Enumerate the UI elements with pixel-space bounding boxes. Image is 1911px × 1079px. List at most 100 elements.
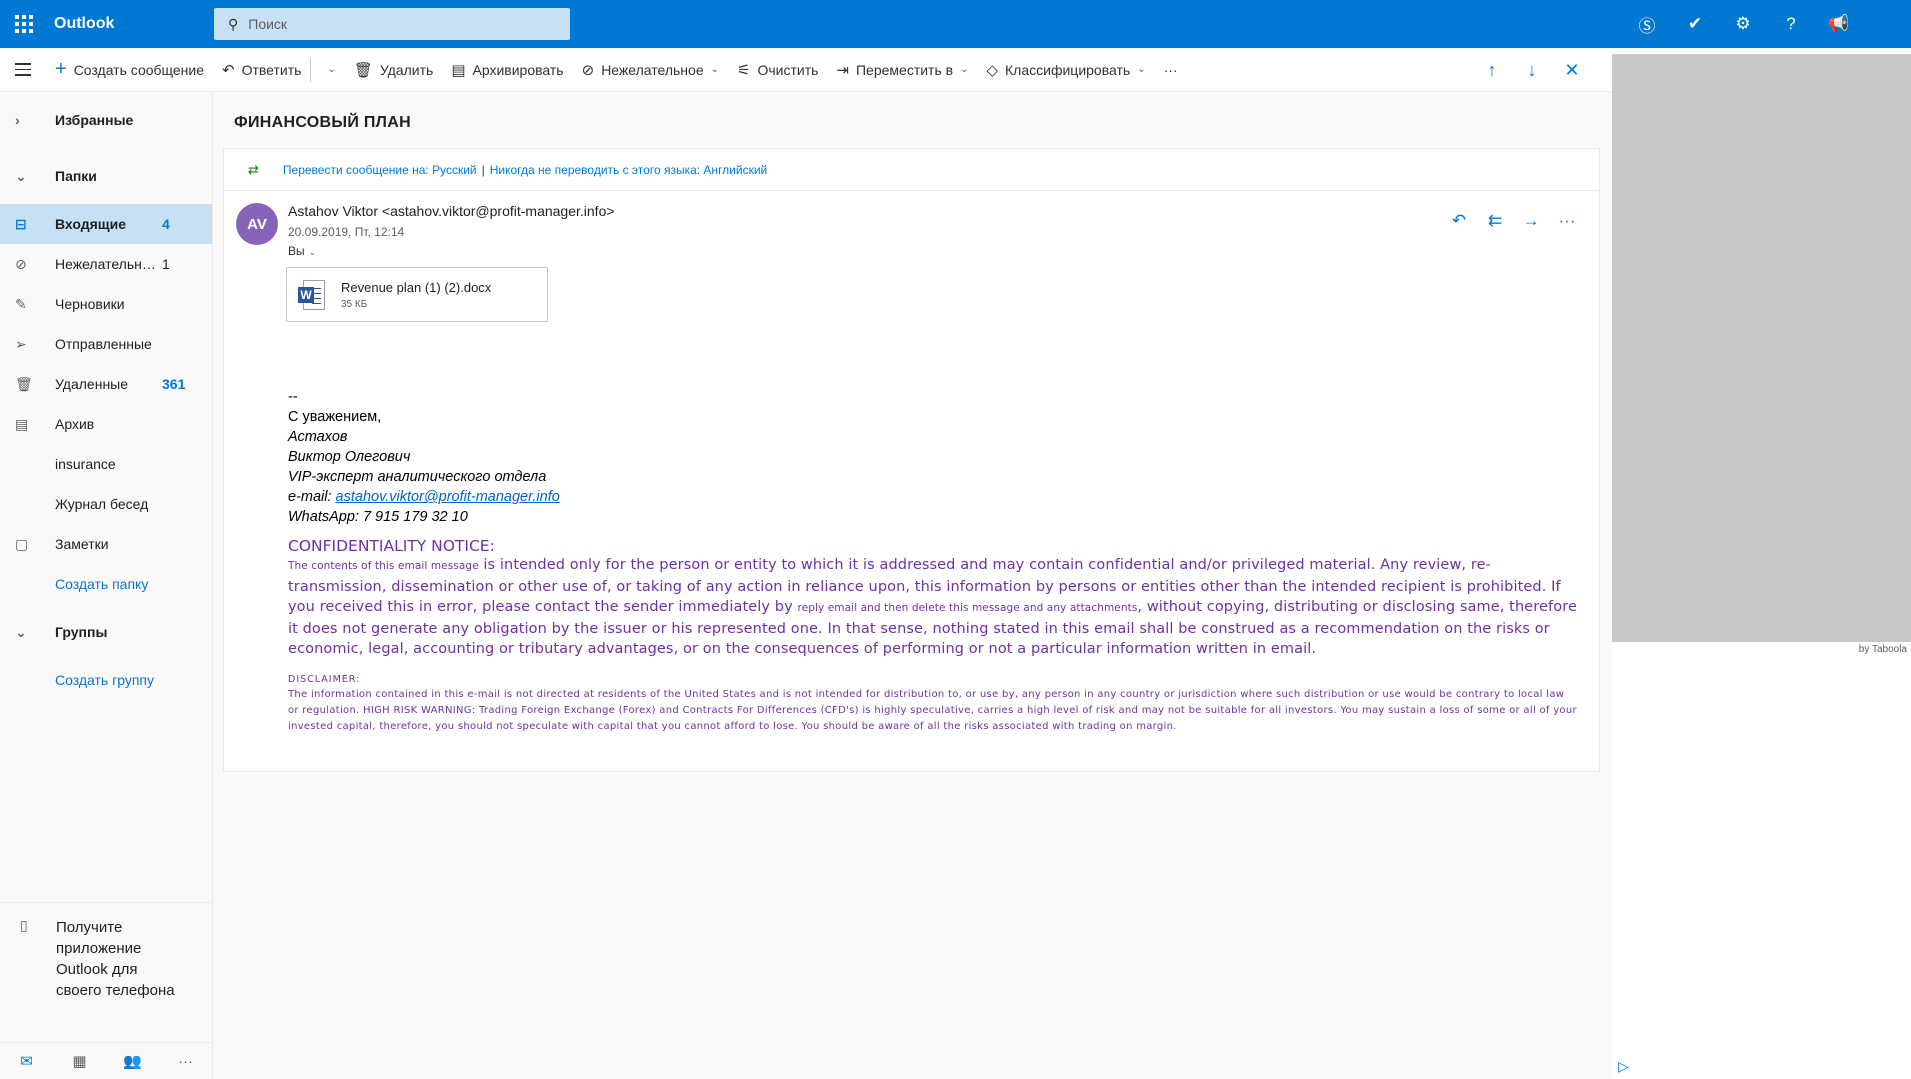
close-icon[interactable]: ✕ (1552, 48, 1592, 92)
reading-pane: ФИНАНСОВЫЙ ПЛАН ⇄ Перевести сообщение на… (213, 92, 1612, 1079)
archive-button[interactable]: ▤ Архивировать (442, 48, 572, 92)
chevron-down-icon: ⌄ (960, 64, 969, 75)
gear-icon[interactable]: ⚙ (1719, 0, 1767, 48)
megaphone-icon[interactable] (1863, 0, 1911, 48)
more-actions-button[interactable]: ··· (1155, 48, 1187, 92)
ad-label[interactable]: by Taboola (1859, 644, 1907, 655)
todo-icon[interactable]: ✔ (1671, 0, 1719, 48)
menu-icon[interactable] (0, 48, 46, 92)
translate-link[interactable]: Перевести сообщение на: Русский (283, 163, 477, 177)
new-message-button[interactable]: + Создать сообщение (46, 48, 213, 92)
sidebar-item-deleted[interactable]: 🗑 Удаленные 361 (0, 364, 212, 404)
signature: -- С уважением, Астахов Виктор Олегович … (288, 389, 560, 525)
junk-icon: ⊘ (15, 255, 27, 272)
pencil-icon: ✎ (15, 295, 27, 312)
confidentiality-notice: The contents of this email message is in… (288, 557, 1577, 657)
sidebar-item-insurance[interactable]: insurance (0, 444, 212, 484)
chevron-down-icon: ⌄ (308, 247, 317, 257)
chevron-down-icon: ⌄ (1137, 64, 1146, 75)
unread-count: 1 (162, 256, 170, 272)
arrow-down-icon[interactable]: ↓ (1512, 48, 1552, 92)
confidentiality-title: CONFIDENTIALITY NOTICE: (288, 537, 495, 555)
sweep-button[interactable]: ⚟ Очистить (728, 48, 827, 92)
reply-icon[interactable]: ↶ (1441, 207, 1477, 235)
message-date: 20.09.2019, Пт, 12:14 (288, 225, 405, 239)
chevron-down-icon: ⌄ (327, 64, 336, 75)
trash-icon: 🗑 (15, 375, 33, 392)
move-folder-icon: ⇥ (836, 61, 849, 79)
calendar-icon[interactable]: ▦ (53, 1043, 106, 1079)
sidebar-item-drafts[interactable]: ✎ Черновики (0, 284, 212, 324)
block-icon: ⊘ (581, 61, 595, 79)
command-bar: + Создать сообщение ↶ Ответить ⌄ 🗑 Удали… (0, 48, 1612, 92)
categorize-button[interactable]: ◇ Классифицировать ⌄ (977, 48, 1154, 92)
word-document-icon: W (298, 279, 325, 310)
ad-banner[interactable] (1612, 54, 1911, 642)
inbox-icon: ⊟ (15, 215, 27, 232)
message-body: -- С уважением, Астахов Виктор Олегович … (288, 387, 1578, 735)
broom-icon: ⚟ (737, 61, 751, 79)
attachment-card[interactable]: W Revenue plan (1) (2).docx 35 КБ (286, 267, 548, 322)
search-icon: ⚲ (228, 15, 239, 32)
tag-icon: ◇ (986, 61, 999, 79)
favorites-header[interactable]: › Избранные (0, 92, 212, 148)
email-link[interactable]: astahov.viktor@profit-manager.info (336, 489, 560, 505)
attachment-name: Revenue plan (1) (2).docx (341, 279, 492, 295)
search-input[interactable]: ⚲ Поиск (214, 8, 570, 40)
sidebar-item-sent[interactable]: ➢ Отправленные (0, 324, 212, 364)
mail-icon[interactable]: ✉ (0, 1043, 53, 1079)
create-group-link[interactable]: Создать группу (0, 660, 212, 700)
never-translate-link[interactable]: Никогда не переводить с этого языка: Анг… (490, 163, 768, 177)
folders-header[interactable]: ⌄ Папки (0, 148, 212, 204)
disclaimer-text: The information contained in this e-mail… (288, 688, 1577, 732)
reply-options-dropdown[interactable]: ⌄ (311, 48, 344, 92)
chevron-down-icon: ⌄ (15, 167, 27, 184)
feedback-icon[interactable]: 📢 (1815, 0, 1863, 48)
phone-icon: ▯ (20, 917, 28, 933)
plus-icon: + (55, 58, 67, 80)
help-icon[interactable]: ? (1767, 0, 1815, 48)
people-icon[interactable]: 👥 (106, 1043, 159, 1079)
junk-button[interactable]: ⊘ Нежелательное ⌄ (573, 48, 728, 92)
groups-header[interactable]: ⌄ Группы (0, 604, 212, 660)
unread-count: 4 (162, 216, 170, 232)
trash-icon: 🗑 (353, 61, 373, 79)
reply-button[interactable]: ↶ Ответить (213, 48, 310, 92)
more-icon[interactable]: ··· (159, 1043, 212, 1079)
ad-pane: by Taboola ▷ (1612, 48, 1911, 1079)
recipients[interactable]: Вы ⌄ (288, 244, 316, 258)
app-title[interactable]: Outlook (54, 15, 214, 33)
sidebar-item-junk[interactable]: ⊘ Нежелательная ... 1 (0, 244, 212, 284)
top-bar: Outlook ⚲ Поиск Ⓢ ✔ ⚙ ? 📢 (0, 0, 1911, 48)
sidebar-item-archive[interactable]: ▤ Архив (0, 404, 212, 444)
app-launcher-icon[interactable] (0, 0, 48, 48)
create-folder-link[interactable]: Создать папку (0, 564, 212, 604)
get-app-promo[interactable]: ▯ Получите приложение Outlook для своего… (0, 902, 212, 1001)
archive-icon: ▤ (451, 61, 466, 79)
folder-pane: › Избранные ⌄ Папки ⊟ Входящие 4 ⊘ Нежел… (0, 92, 213, 1079)
skype-icon[interactable]: Ⓢ (1623, 0, 1671, 48)
archive-icon: ▤ (15, 415, 29, 432)
attachment-size: 35 КБ (341, 298, 368, 310)
unread-count: 361 (162, 376, 186, 392)
sender[interactable]: Astahov Viktor <astahov.viktor@profit-ma… (288, 203, 615, 219)
reply-icon: ↶ (222, 61, 235, 79)
adchoices-icon[interactable]: ▷ (1618, 1058, 1629, 1075)
message-subject: ФИНАНСОВЫЙ ПЛАН (234, 114, 411, 131)
translate-icon: ⇄ (248, 161, 259, 177)
send-icon: ➢ (15, 335, 27, 352)
move-to-button[interactable]: ⇥ Переместить в ⌄ (827, 48, 977, 92)
chevron-down-icon: ⌄ (15, 623, 27, 640)
arrow-up-icon[interactable]: ↑ (1472, 48, 1512, 92)
delete-button[interactable]: 🗑 Удалить (345, 48, 443, 92)
sidebar-item-inbox[interactable]: ⊟ Входящие 4 (0, 204, 212, 244)
sidebar-item-conversation-history[interactable]: Журнал бесед (0, 484, 212, 524)
reply-all-icon[interactable]: ⇇ (1477, 207, 1513, 235)
translate-bar: ⇄ Перевести сообщение на: Русский | Нико… (224, 149, 1599, 191)
more-icon[interactable]: ··· (1549, 207, 1585, 235)
forward-icon[interactable]: → (1513, 207, 1549, 235)
chevron-down-icon: ⌄ (710, 64, 719, 75)
avatar[interactable]: AV (236, 203, 278, 245)
sidebar-item-notes[interactable]: ▢ Заметки (0, 524, 212, 564)
message-card: ⇄ Перевести сообщение на: Русский | Нико… (223, 148, 1600, 772)
